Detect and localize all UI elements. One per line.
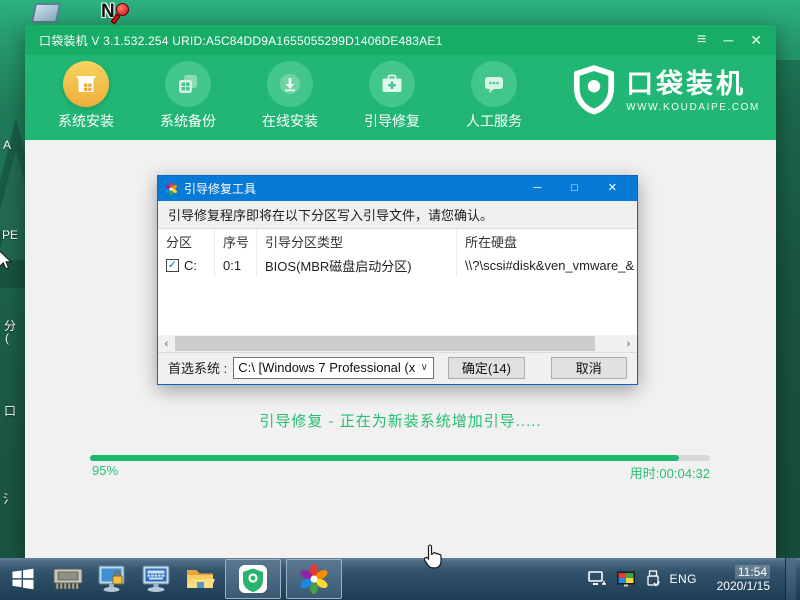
nav-system-install[interactable]: 系统安装	[45, 55, 127, 131]
chat-icon	[471, 61, 517, 107]
nav-label: 在线安装	[249, 111, 331, 131]
progress-percent: 95%	[92, 463, 118, 478]
pinwheel-icon	[164, 182, 178, 196]
minimize-icon[interactable]: ─	[723, 33, 733, 47]
brand-name: 口袋装机	[626, 69, 760, 99]
taskbar-file-explorer-icon[interactable]	[178, 558, 222, 600]
cell-disk: \\?\scsi#disk&ven_vmware_&	[457, 253, 637, 277]
system-tray: ENG 11:54 2020/1/15	[588, 558, 800, 600]
backup-icon	[165, 61, 211, 107]
taskbar-ramdisk-icon[interactable]	[46, 558, 90, 600]
nav-online-install[interactable]: 在线安装	[249, 55, 331, 131]
taskbar: ENG 11:54 2020/1/15	[0, 558, 800, 600]
dialog-maximize-icon[interactable]: □	[571, 183, 578, 194]
display-settings-tray-icon[interactable]	[616, 571, 637, 588]
desktop-label-fragment: (	[5, 331, 9, 345]
dialog-footer: 首选系统 : C:\ [Windows 7 Professional (x ∨ …	[158, 351, 637, 384]
network-tray-icon[interactable]	[588, 571, 607, 587]
table-header-row: 分区 序号 引导分区类型 所在硬盘	[158, 229, 637, 253]
desktop-label-fragment: A	[3, 138, 11, 152]
desktop-label-fragment: PE	[2, 228, 18, 242]
scroll-left-icon[interactable]: ‹	[158, 335, 175, 352]
desktop-monitor-icon[interactable]	[31, 3, 61, 23]
install-icon	[63, 61, 109, 107]
chevron-down-icon: ∨	[415, 362, 433, 373]
close-icon[interactable]: ✕	[750, 33, 762, 47]
dialog-close-icon[interactable]: ✕	[608, 183, 617, 194]
arrow-cursor	[0, 250, 13, 276]
nav-label: 系统安装	[45, 111, 127, 131]
desktop-shortcut-n-icon[interactable]: N	[101, 1, 135, 25]
progress-bar	[90, 455, 710, 461]
clock[interactable]: 11:54 2020/1/15	[706, 565, 770, 593]
boot-repair-dialog: 引导修复工具 ─ □ ✕ 引导修复程序即将在以下分区写入引导文件，请您确认。 分…	[157, 175, 638, 385]
col-disk: 所在硬盘	[457, 229, 637, 253]
preferred-system-value: C:\ [Windows 7 Professional (x	[238, 360, 415, 375]
nav-label: 系统备份	[147, 111, 229, 131]
red-key-icon	[116, 3, 129, 16]
dialog-minimize-icon[interactable]: ─	[533, 183, 541, 194]
taskbar-app-bootrepair-button[interactable]	[286, 559, 342, 599]
cell-index: 0:1	[215, 253, 257, 277]
scroll-right-icon[interactable]: ›	[620, 335, 637, 352]
dialog-message: 引导修复程序即将在以下分区写入引导文件，请您确认。	[158, 201, 637, 228]
table-row[interactable]: ✓ C: 0:1 BIOS(MBR磁盘启动分区) \\?\scsi#disk&v…	[158, 253, 637, 277]
clock-time: 11:54	[735, 565, 770, 579]
cell-boot-type: BIOS(MBR磁盘启动分区)	[257, 253, 457, 277]
preferred-system-select[interactable]: C:\ [Windows 7 Professional (x ∨	[233, 357, 434, 379]
app-toolbar: 系统安装 系统备份	[25, 55, 776, 140]
scrollbar-thumb[interactable]	[175, 336, 595, 351]
taskbar-onscreen-keyboard-icon[interactable]	[134, 558, 178, 600]
clock-date: 2020/1/15	[717, 579, 770, 593]
col-partition: 分区	[158, 229, 215, 253]
progress-fill	[90, 455, 679, 461]
pinwheel-app-icon	[299, 564, 329, 594]
language-indicator[interactable]: ENG	[669, 572, 697, 586]
col-boot-type: 引导分区类型	[257, 229, 457, 253]
preferred-system-label: 首选系统 :	[168, 358, 227, 377]
brand-site: WWW.KOUDAIPE.COM	[626, 102, 760, 113]
hand-cursor	[422, 543, 444, 574]
app-titlebar[interactable]: 口袋装机 V 3.1.532.254 URID:A5C84DD9A1655055…	[25, 25, 776, 55]
status-text: 引导修复 - 正在为新装系统增加引导.....	[25, 410, 776, 431]
ok-button[interactable]: 确定(14)	[448, 357, 524, 379]
start-button[interactable]	[0, 558, 46, 600]
elapsed-time: 用时:00:04:32	[630, 463, 710, 482]
app-title: 口袋装机 V 3.1.532.254 URID:A5C84DD9A1655055…	[39, 32, 697, 49]
partition-table: 分区 序号 引导分区类型 所在硬盘 ✓ C: 0:1 BIOS(MBR磁盘启动分…	[158, 228, 637, 353]
nav-system-backup[interactable]: 系统备份	[147, 55, 229, 131]
usb-tray-icon[interactable]	[646, 570, 660, 588]
cell-partition: C:	[184, 258, 197, 273]
partition-checkbox[interactable]: ✓	[166, 259, 179, 272]
desktop-label-fragment: 口	[4, 402, 16, 419]
brand-logo: 口袋装机 WWW.KOUDAIPE.COM	[572, 65, 760, 117]
download-icon	[267, 61, 313, 107]
toolbox-icon	[369, 61, 415, 107]
nav-boot-repair[interactable]: 引导修复	[351, 55, 433, 131]
shield-logo-icon	[572, 65, 616, 117]
horizontal-scrollbar[interactable]: ‹ ›	[158, 335, 637, 352]
cancel-button[interactable]: 取消	[551, 357, 627, 379]
dialog-title: 引导修复工具	[184, 180, 533, 197]
dialog-titlebar[interactable]: 引导修复工具 ─ □ ✕	[158, 176, 637, 201]
windows-logo-icon	[11, 567, 35, 591]
nav-label: 人工服务	[453, 111, 535, 131]
taskbar-app-koudai-button[interactable]	[225, 559, 281, 599]
desktop-label-fragment: 氵	[3, 490, 15, 507]
nav-label: 引导修复	[351, 111, 433, 131]
taskbar-screen-lock-icon[interactable]	[90, 558, 134, 600]
show-desktop-button[interactable]	[785, 558, 796, 600]
col-index: 序号	[215, 229, 257, 253]
shield-app-icon	[238, 564, 268, 594]
nav-manual-service[interactable]: 人工服务	[453, 55, 535, 131]
menu-icon[interactable]: ≡	[697, 33, 706, 47]
